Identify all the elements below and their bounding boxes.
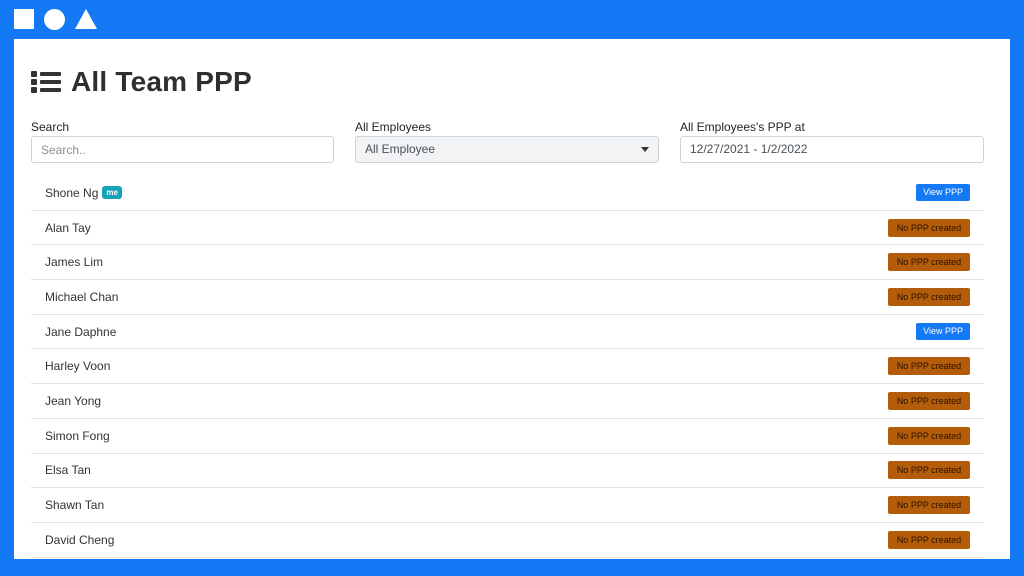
employee-row: Simon Fong No PPP created xyxy=(31,419,984,454)
page-header: All Team PPP xyxy=(31,66,252,98)
date-range-label: All Employees's PPP at xyxy=(680,120,805,134)
search-input[interactable] xyxy=(31,136,334,163)
employee-row: Shone Ng me View PPP xyxy=(31,176,984,211)
circle-shape-icon xyxy=(44,8,65,30)
employee-name-wrap: Shawn Tan xyxy=(45,498,104,512)
employee-filter-group: All Employees All Employee xyxy=(355,120,659,163)
employee-name: Simon Fong xyxy=(45,428,110,443)
employee-row: Shawn Tan No PPP created xyxy=(31,488,984,523)
employee-select[interactable]: All Employee xyxy=(355,136,659,163)
employee-name: Jean Yong xyxy=(45,393,102,408)
employee-row: Michael Chan No PPP created xyxy=(31,280,984,315)
employee-name-wrap: Michael Chan xyxy=(45,290,118,304)
square-shape-icon xyxy=(14,9,34,29)
employee-name: Jane Daphne xyxy=(45,324,117,339)
view-ppp-button[interactable]: View PPP xyxy=(916,184,970,202)
employee-filter-label: All Employees xyxy=(355,120,432,134)
no-ppp-badge: No PPP created xyxy=(888,287,970,306)
no-ppp-badge: No PPP created xyxy=(888,253,970,272)
employee-name: Elsa Tan xyxy=(45,463,91,478)
employee-name: Harley Voon xyxy=(45,359,111,374)
employee-row: James Lim No PPP created xyxy=(31,245,984,281)
employee-row: Harley Voon No PPP created xyxy=(31,349,984,385)
employee-row: Alan Tay No PPP created xyxy=(31,211,984,246)
employee-name: David Cheng xyxy=(45,532,115,547)
no-ppp-badge: No PPP created xyxy=(888,496,970,515)
employee-row: Jane Daphne View PPP xyxy=(31,315,984,350)
no-ppp-badge: No PPP created xyxy=(888,461,970,480)
employee-name-wrap: Alan Tay xyxy=(45,221,91,235)
employee-name: Alan Tay xyxy=(45,220,91,235)
date-filter-group: All Employees's PPP at 12/27/2021 - 1/2/… xyxy=(680,120,984,163)
no-ppp-badge: No PPP created xyxy=(888,357,970,376)
employee-name-wrap: Elsa Tan xyxy=(45,463,91,477)
employee-row: Elsa Tan No PPP created xyxy=(31,454,984,489)
page-title: All Team PPP xyxy=(71,66,252,97)
employee-select-value: All Employee xyxy=(365,142,436,156)
no-ppp-badge: No PPP created xyxy=(888,391,970,410)
employee-name: Michael Chan xyxy=(45,289,119,304)
no-ppp-badge: No PPP created xyxy=(888,218,970,237)
triangle-shape-icon xyxy=(75,9,97,29)
no-ppp-badge: No PPP created xyxy=(888,530,970,549)
me-badge: me xyxy=(102,186,122,200)
employee-list: Shone Ng me View PPP Alan Tay No PPP created… xyxy=(31,176,984,558)
search-group: Search xyxy=(31,120,334,163)
employee-name-wrap: Harley Voon xyxy=(45,359,110,373)
employee-name-wrap: Jane Daphne xyxy=(45,325,116,339)
employee-name-wrap: James Lim xyxy=(45,255,103,269)
employee-row: Jean Yong No PPP created xyxy=(31,384,984,419)
employee-name: Shawn Tan xyxy=(45,498,105,513)
main-panel: All Team PPP Search All Employees All Em… xyxy=(14,39,1010,559)
employee-name: James Lim xyxy=(45,255,104,270)
search-label: Search xyxy=(31,120,70,134)
employee-row: David Cheng No PPP created xyxy=(31,523,984,558)
employee-name-wrap: David Cheng xyxy=(45,533,114,547)
no-ppp-badge: No PPP created xyxy=(888,426,970,445)
brand-logo xyxy=(14,0,97,38)
date-range-input[interactable]: 12/27/2021 - 1/2/2022 xyxy=(680,136,984,163)
employee-name: Shone Ng xyxy=(45,185,99,200)
employee-name-wrap: Shone Ng me xyxy=(45,186,122,200)
employee-name-wrap: Simon Fong xyxy=(45,429,110,443)
employee-name-wrap: Jean Yong xyxy=(45,394,101,408)
view-ppp-button[interactable]: View PPP xyxy=(916,323,970,341)
filter-bar: Search All Employees All Employee All Em… xyxy=(31,120,984,163)
list-icon xyxy=(31,69,63,95)
chevron-down-icon xyxy=(641,147,649,152)
